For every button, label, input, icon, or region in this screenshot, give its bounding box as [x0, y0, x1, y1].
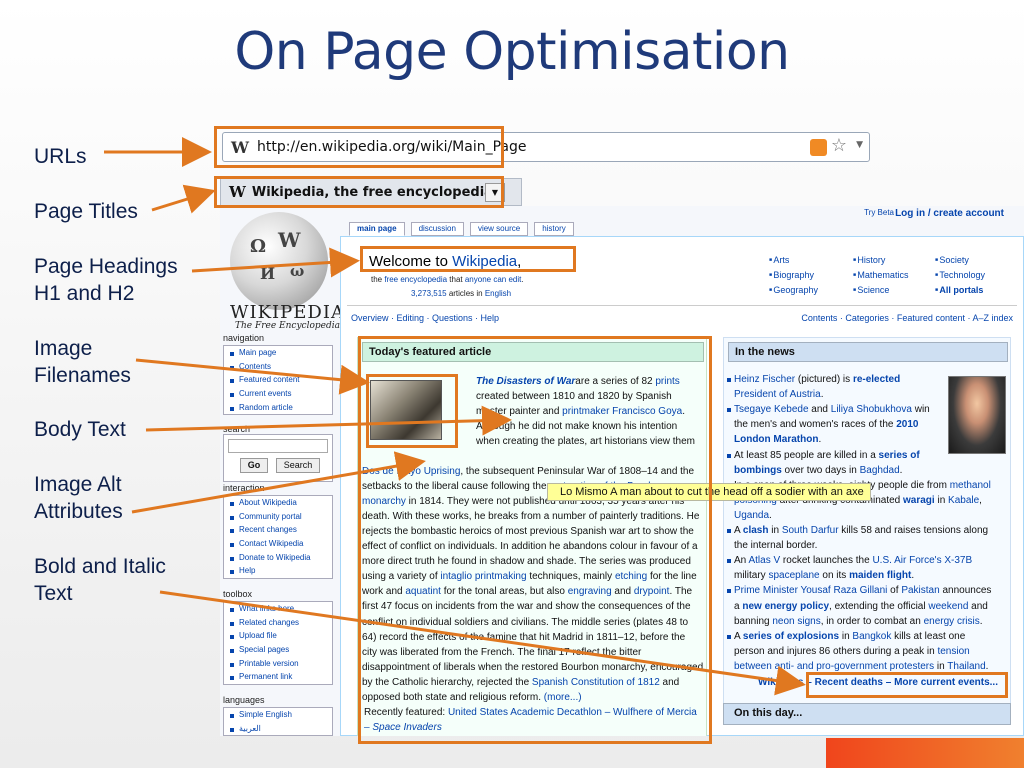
annotation-arrows — [104, 137, 806, 696]
decorative-bar — [826, 738, 1024, 768]
